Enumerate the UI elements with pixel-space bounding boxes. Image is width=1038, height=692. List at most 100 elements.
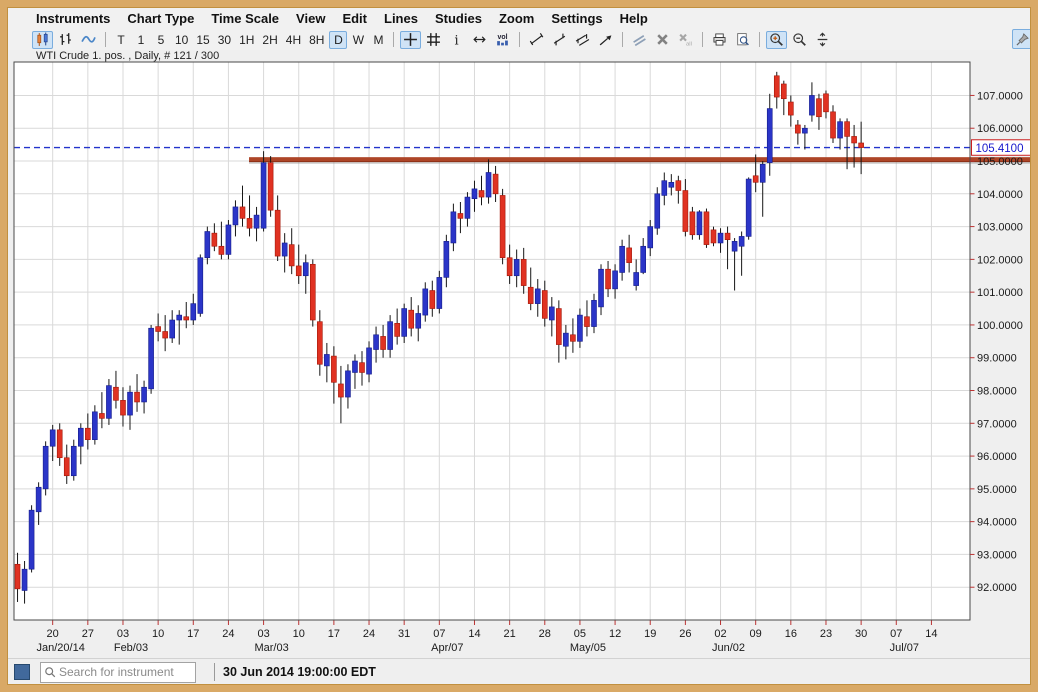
crosshair-icon[interactable]: [400, 31, 421, 49]
candle: [437, 277, 442, 308]
menu-item-lines[interactable]: Lines: [384, 11, 418, 26]
candle: [641, 246, 646, 272]
print-preview-icon[interactable]: [732, 31, 753, 49]
delete-all-icon[interactable]: all: [675, 31, 696, 49]
candle: [774, 76, 779, 97]
timeframe-5[interactable]: 5: [152, 31, 170, 49]
candle: [690, 212, 695, 235]
menu-item-zoom[interactable]: Zoom: [499, 11, 534, 26]
timeframe-15[interactable]: 15: [193, 31, 212, 49]
timeframe-8h[interactable]: 8H: [306, 31, 327, 49]
search-input[interactable]: [57, 664, 179, 680]
candle: [254, 215, 259, 228]
candle: [838, 122, 843, 138]
menu-item-settings[interactable]: Settings: [551, 11, 602, 26]
timeframe-tick[interactable]: T: [112, 31, 130, 49]
candle: [683, 191, 688, 232]
candle: [282, 243, 287, 256]
timeframe-m[interactable]: M: [369, 31, 387, 49]
horizontal-scale-icon[interactable]: [469, 31, 490, 49]
remove-line-icon[interactable]: [629, 31, 650, 49]
candle: [732, 241, 737, 251]
timeframe-30[interactable]: 30: [215, 31, 234, 49]
svg-text:101.0000: 101.0000: [977, 287, 1023, 299]
timeframe-2h[interactable]: 2H: [259, 31, 280, 49]
svg-text:07: 07: [890, 628, 902, 640]
candle: [781, 84, 786, 99]
info-icon[interactable]: i: [446, 31, 467, 49]
candle: [809, 95, 814, 115]
candle: [317, 322, 322, 365]
line-chart-icon[interactable]: [78, 31, 99, 49]
candle: [606, 269, 611, 289]
statusbar-divider: [214, 663, 215, 681]
candle: [177, 315, 182, 320]
pin-icon[interactable]: [1012, 29, 1032, 49]
candle: [528, 287, 533, 303]
menu-item-chart-type[interactable]: Chart Type: [127, 11, 194, 26]
toolbar: T151015301H2H4H8HDWMivolall: [7, 29, 1007, 50]
svg-text:105.4100: 105.4100: [976, 143, 1024, 155]
candle: [275, 210, 280, 256]
svg-text:92.0000: 92.0000: [977, 582, 1017, 594]
resistance-line[interactable]: [249, 157, 1031, 164]
fit-vertical-icon[interactable]: [812, 31, 833, 49]
timeframe-d[interactable]: D: [329, 31, 347, 49]
svg-text:vol: vol: [498, 34, 508, 41]
candle: [831, 112, 836, 138]
candle: [577, 315, 582, 341]
trendline-icon[interactable]: [526, 31, 547, 49]
menu-item-instruments[interactable]: Instruments: [36, 11, 110, 26]
menu-item-help[interactable]: Help: [620, 11, 648, 26]
chart-timestamp: 30 Jun 2014 19:00:00 EDT: [223, 665, 376, 679]
candle: [191, 304, 196, 320]
parallel-channel-icon[interactable]: [572, 31, 593, 49]
candle: [113, 387, 118, 400]
trading-app-window: Instruments Chart Type Time Scale View Edit L…: [0, 0, 1038, 692]
candle: [226, 225, 231, 255]
extended-line-icon[interactable]: [549, 31, 570, 49]
svg-text:20: 20: [47, 628, 59, 640]
candle: [135, 392, 140, 402]
candle: [395, 323, 400, 336]
candle: [746, 179, 751, 236]
svg-text:Jun/02: Jun/02: [712, 642, 745, 654]
menu-item-studies[interactable]: Studies: [435, 11, 482, 26]
candle: [402, 309, 407, 337]
menu-item-view[interactable]: View: [296, 11, 325, 26]
connection-status-icon[interactable]: [14, 664, 30, 680]
menu-item-edit[interactable]: Edit: [342, 11, 367, 26]
grid-icon[interactable]: [423, 31, 444, 49]
candle: [15, 564, 20, 589]
svg-text:24: 24: [222, 628, 234, 640]
print-icon[interactable]: [709, 31, 730, 49]
candle: [535, 289, 540, 304]
candle: [676, 181, 681, 191]
delete-icon[interactable]: [652, 31, 673, 49]
candle: [388, 322, 393, 350]
candle: [507, 258, 512, 276]
zoom-in-icon[interactable]: [766, 31, 787, 49]
price-chart-canvas[interactable]: 107.0000106.0000105.0000104.0000103.0000…: [7, 50, 1031, 658]
ray-arrow-icon[interactable]: [595, 31, 616, 49]
timeframe-10[interactable]: 10: [172, 31, 191, 49]
candlestick-chart-icon[interactable]: [32, 31, 53, 49]
zoom-out-icon[interactable]: [789, 31, 810, 49]
timeframe-1[interactable]: 1: [132, 31, 150, 49]
ohlc-bar-chart-icon[interactable]: [55, 31, 76, 49]
candle: [669, 182, 674, 187]
candle: [163, 331, 168, 338]
svg-text:17: 17: [328, 628, 340, 640]
toolbar-divider: [393, 32, 394, 47]
timeframe-4h[interactable]: 4H: [283, 31, 304, 49]
instrument-search-box[interactable]: [40, 662, 196, 683]
menu-item-time-scale[interactable]: Time Scale: [211, 11, 279, 26]
svg-text:12: 12: [609, 628, 621, 640]
svg-text:16: 16: [785, 628, 797, 640]
candle: [493, 174, 498, 194]
svg-text:14: 14: [925, 628, 937, 640]
candle: [219, 246, 224, 254]
timeframe-1h[interactable]: 1H: [236, 31, 257, 49]
volume-icon[interactable]: vol: [492, 31, 513, 49]
timeframe-w[interactable]: W: [349, 31, 367, 49]
